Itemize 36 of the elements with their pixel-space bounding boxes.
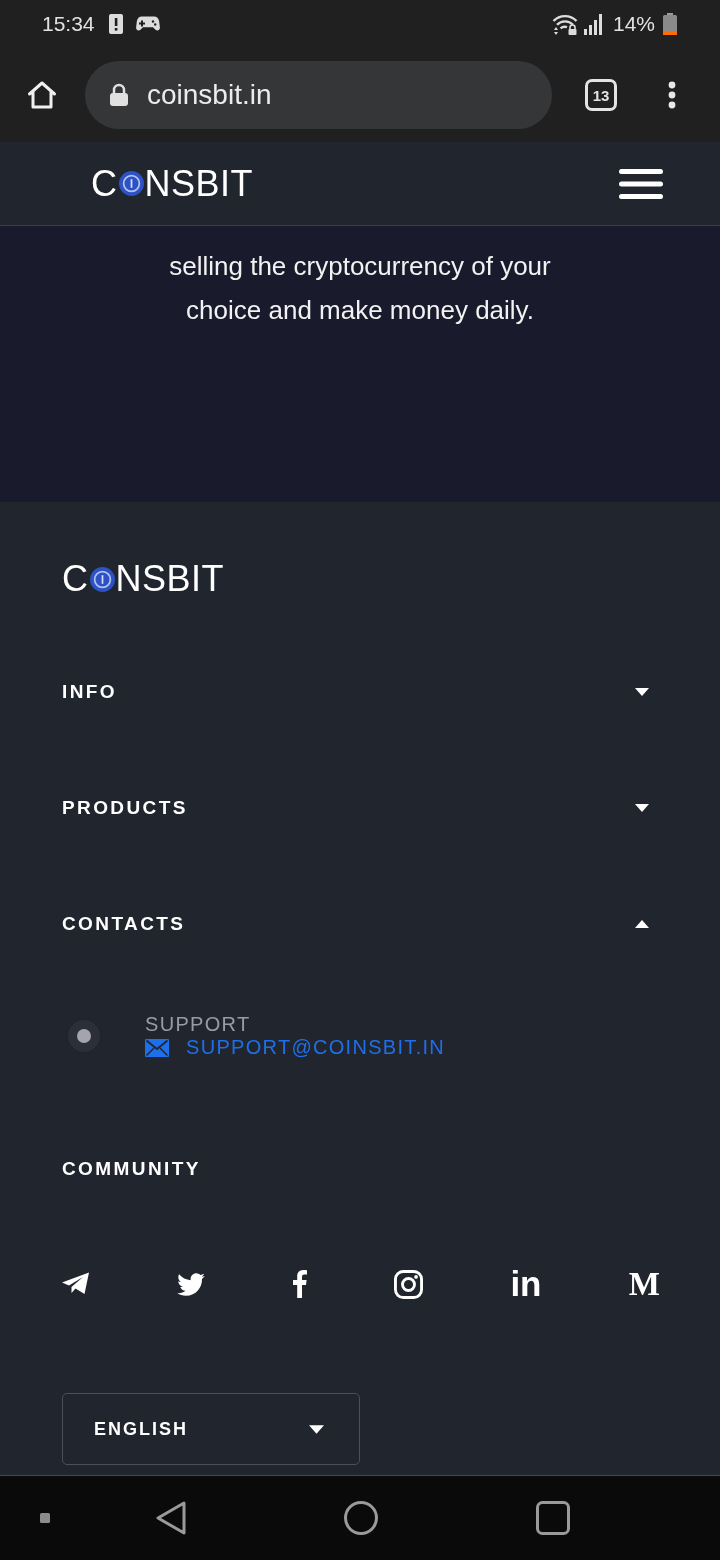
facebook-icon[interactable] — [292, 1270, 307, 1298]
wifi-icon — [551, 13, 578, 35]
section-heading: COMMUNITY — [62, 1158, 201, 1180]
caret-icon — [309, 1424, 324, 1434]
signal-icon — [582, 13, 605, 35]
menu-icon[interactable] — [619, 168, 663, 199]
accordion-header[interactable]: CONTACTS — [62, 866, 658, 982]
contact-label: SUPPORT — [145, 1013, 252, 1036]
lock-icon — [109, 83, 129, 107]
logo-link[interactable]: C NSBIT — [62, 564, 224, 594]
mail-icon — [145, 1038, 169, 1057]
accordion-header[interactable]: PRODUCTS — [62, 750, 658, 866]
back-icon[interactable] — [155, 1500, 187, 1536]
coin-icon — [89, 566, 115, 592]
recent-apps-icon[interactable] — [536, 1501, 570, 1535]
linkedin-icon[interactable]: in — [510, 1268, 542, 1300]
accordion-header[interactable]: INFO — [62, 634, 658, 750]
more-icon[interactable] — [668, 81, 676, 109]
home-button-icon[interactable] — [344, 1501, 378, 1535]
status-time: 15:34 — [42, 12, 95, 36]
logo-link[interactable]: C NSBIT — [91, 168, 253, 199]
home-icon[interactable] — [26, 79, 58, 111]
dot-icon — [68, 1020, 100, 1052]
battery-percent: 14% — [612, 12, 655, 36]
telegram-icon[interactable] — [62, 1272, 90, 1296]
battery-icon — [663, 13, 677, 35]
hero-text: selling the cryptocurrency of your choice and make money daily. — [168, 250, 552, 327]
instagram-icon[interactable] — [394, 1269, 424, 1299]
coin-icon — [118, 171, 144, 196]
tab-count-button[interactable]: 13 — [585, 79, 617, 111]
gamepad-icon — [135, 16, 160, 32]
language-select[interactable]: ENGLISH — [62, 1393, 360, 1465]
alert-icon — [108, 14, 123, 34]
medium-icon[interactable]: M — [628, 1268, 660, 1300]
twitter-icon[interactable] — [177, 1272, 206, 1296]
address-bar[interactable]: coinsbit.in — [85, 61, 552, 129]
